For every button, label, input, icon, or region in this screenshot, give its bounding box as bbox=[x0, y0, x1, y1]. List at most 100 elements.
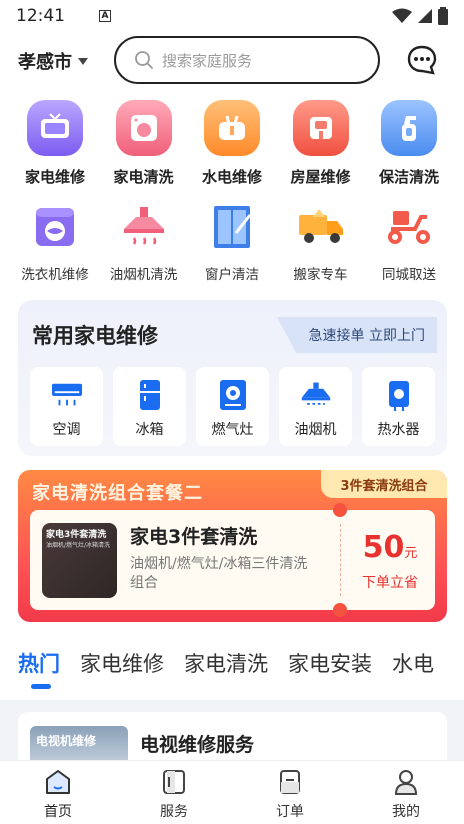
order-icon bbox=[280, 770, 300, 794]
promo-price-number: 50 bbox=[362, 530, 405, 565]
water-heater-icon bbox=[383, 379, 415, 411]
city-label: 孝感市 bbox=[18, 52, 72, 73]
battery-icon bbox=[438, 7, 448, 25]
service-label: 油烟机清洗 bbox=[109, 267, 178, 283]
service-label: 房屋维修 bbox=[290, 168, 351, 186]
home-icon bbox=[46, 770, 70, 794]
promo-price: 50元 bbox=[350, 530, 430, 565]
service-appliance-cleaning[interactable]: 家电清洗 bbox=[103, 100, 185, 187]
nav-service[interactable]: 服务 bbox=[116, 761, 232, 824]
common-repair-items: 空调 冰箱 燃气灶 油烟机 热水器 bbox=[30, 367, 435, 446]
air-conditioner-icon bbox=[51, 379, 83, 411]
tv-icon bbox=[27, 100, 83, 156]
service-moving-truck[interactable]: 搬家专车 bbox=[280, 201, 362, 283]
service-grid: 家电维修 家电清洗 水电维修 房屋维修 保洁清洗 洗衣机维修 油烟机清洗 窗户清… bbox=[0, 100, 464, 283]
notch-bottom bbox=[333, 603, 347, 617]
service-washing-machine-repair[interactable]: 洗衣机维修 bbox=[14, 201, 96, 283]
common-repair-card: 常用家电维修 急速接单 立即上门 空调 冰箱 燃气灶 油烟机 热水器 bbox=[18, 300, 447, 456]
signal-icon bbox=[418, 9, 432, 23]
message-icon[interactable] bbox=[406, 44, 438, 76]
promo-description: 油烟机/燃气灶/冰箱三件清洗组合 bbox=[130, 556, 308, 591]
status-bar: 12:41 A bbox=[0, 0, 464, 32]
service-range-hood-cleaning[interactable]: 油烟机清洗 bbox=[103, 201, 185, 283]
repair-item-range-hood[interactable]: 油烟机 bbox=[279, 367, 352, 446]
repair-item-label: 燃气灶 bbox=[211, 422, 254, 438]
fridge-icon bbox=[134, 379, 166, 411]
nav-label: 我的 bbox=[392, 804, 420, 820]
nav-order[interactable]: 订单 bbox=[232, 761, 348, 824]
service-label: 同城取送 bbox=[382, 267, 436, 283]
range-hood-icon bbox=[118, 201, 170, 253]
service-window-cleaning[interactable]: 窗户清洁 bbox=[191, 201, 273, 283]
repair-item-air-conditioner[interactable]: 空调 bbox=[30, 367, 103, 446]
promo-thumbnail: 家电3件套清洗 油烟机/燃气灶/冰箱清洗 bbox=[42, 523, 117, 598]
service-label: 家电维修 bbox=[24, 168, 85, 186]
house-icon bbox=[292, 100, 349, 156]
promo-cta[interactable]: 下单立省 bbox=[350, 572, 430, 592]
notch-top bbox=[333, 503, 347, 517]
search-input[interactable]: 搜索家庭服务 bbox=[114, 36, 380, 84]
service-cleaning[interactable]: 保洁清洗 bbox=[368, 100, 450, 187]
service-appliance-repair[interactable]: 家电维修 bbox=[14, 100, 96, 187]
tab-appliance-install[interactable]: 家电安装 bbox=[288, 648, 372, 690]
repair-item-gas-stove[interactable]: 燃气灶 bbox=[196, 367, 269, 446]
header: 孝感市 搜索家庭服务 bbox=[0, 36, 464, 84]
list-thumb-text: 电视机维修 bbox=[36, 734, 97, 748]
nav-profile[interactable]: 我的 bbox=[348, 761, 464, 824]
promo-name: 家电3件套清洗 bbox=[130, 526, 258, 548]
sub-service-row: 洗衣机维修 油烟机清洗 窗户清洁 搬家专车 同城取送 bbox=[0, 201, 464, 283]
category-tabs: 热门 家电维修 家电清洗 家电安装 水电 bbox=[18, 648, 464, 690]
search-placeholder: 搜索家庭服务 bbox=[162, 51, 253, 70]
service-label: 保洁清洗 bbox=[378, 168, 439, 186]
promo-banner[interactable]: 家电清洗组合套餐二 3件套清洗组合 家电3件套清洗 油烟机/燃气灶/冰箱清洗 家… bbox=[18, 470, 447, 622]
service-icon bbox=[163, 770, 185, 794]
common-repair-title: 常用家电维修 bbox=[32, 324, 158, 348]
nav-label: 服务 bbox=[160, 804, 188, 820]
window-icon bbox=[206, 201, 258, 253]
tab-appliance-cleaning[interactable]: 家电清洗 bbox=[184, 648, 268, 690]
common-repair-tag[interactable]: 急速接单 立即上门 bbox=[277, 317, 437, 353]
repair-item-label: 热水器 bbox=[377, 422, 420, 438]
repair-item-label: 冰箱 bbox=[135, 422, 164, 438]
tab-utility[interactable]: 水电 bbox=[392, 648, 434, 690]
status-icons bbox=[392, 7, 448, 25]
tab-appliance-repair[interactable]: 家电维修 bbox=[80, 648, 164, 690]
range-hood-icon bbox=[300, 379, 332, 411]
nav-label: 首页 bbox=[44, 804, 72, 820]
washing-machine-icon bbox=[29, 201, 81, 253]
a-notification-icon: A bbox=[99, 10, 111, 22]
promo-badge: 3件套清洗组合 bbox=[321, 470, 447, 498]
truck-icon bbox=[295, 201, 347, 253]
wifi-icon bbox=[392, 8, 412, 23]
repair-item-label: 油烟机 bbox=[294, 422, 337, 438]
main-service-row: 家电维修 家电清洗 水电维修 房屋维修 保洁清洗 bbox=[0, 100, 464, 187]
promo-thumb-title: 家电3件套清洗 bbox=[46, 530, 107, 540]
promo-title: 家电清洗组合套餐二 bbox=[32, 483, 203, 504]
nav-home[interactable]: 首页 bbox=[0, 761, 116, 824]
caret-down-icon bbox=[78, 57, 88, 65]
promo-inner-card[interactable]: 家电3件套清洗 油烟机/燃气灶/冰箱清洗 家电3件套清洗 油烟机/燃气灶/冰箱三… bbox=[30, 503, 435, 617]
repair-item-water-heater[interactable]: 热水器 bbox=[362, 367, 435, 446]
repair-item-fridge[interactable]: 冰箱 bbox=[113, 367, 186, 446]
nav-label: 订单 bbox=[276, 804, 304, 820]
city-selector[interactable]: 孝感市 bbox=[18, 48, 88, 74]
gas-stove-icon bbox=[217, 379, 249, 411]
promo-thumb-subtitle: 油烟机/燃气灶/冰箱清洗 bbox=[46, 542, 111, 549]
profile-icon bbox=[394, 770, 418, 795]
promo-divider bbox=[340, 524, 341, 596]
list-item-title: 电视维修服务 bbox=[140, 734, 255, 756]
repair-item-label: 空调 bbox=[52, 422, 81, 438]
service-city-delivery[interactable]: 同城取送 bbox=[368, 201, 450, 283]
spray-icon bbox=[381, 100, 437, 156]
service-house-repair[interactable]: 房屋维修 bbox=[280, 100, 362, 187]
promo-price-unit: 元 bbox=[404, 546, 418, 561]
service-label: 家电清洗 bbox=[113, 168, 174, 186]
service-label: 窗户清洁 bbox=[205, 267, 259, 283]
service-label: 洗衣机维修 bbox=[21, 267, 89, 283]
service-label: 搬家专车 bbox=[293, 267, 348, 283]
status-time: 12:41 bbox=[16, 6, 65, 26]
bottom-nav: 首页 服务 订单 我的 bbox=[0, 760, 464, 824]
service-utility-repair[interactable]: 水电维修 bbox=[191, 100, 273, 187]
wrench-icon bbox=[204, 100, 260, 156]
active-tab-indicator bbox=[31, 684, 51, 689]
